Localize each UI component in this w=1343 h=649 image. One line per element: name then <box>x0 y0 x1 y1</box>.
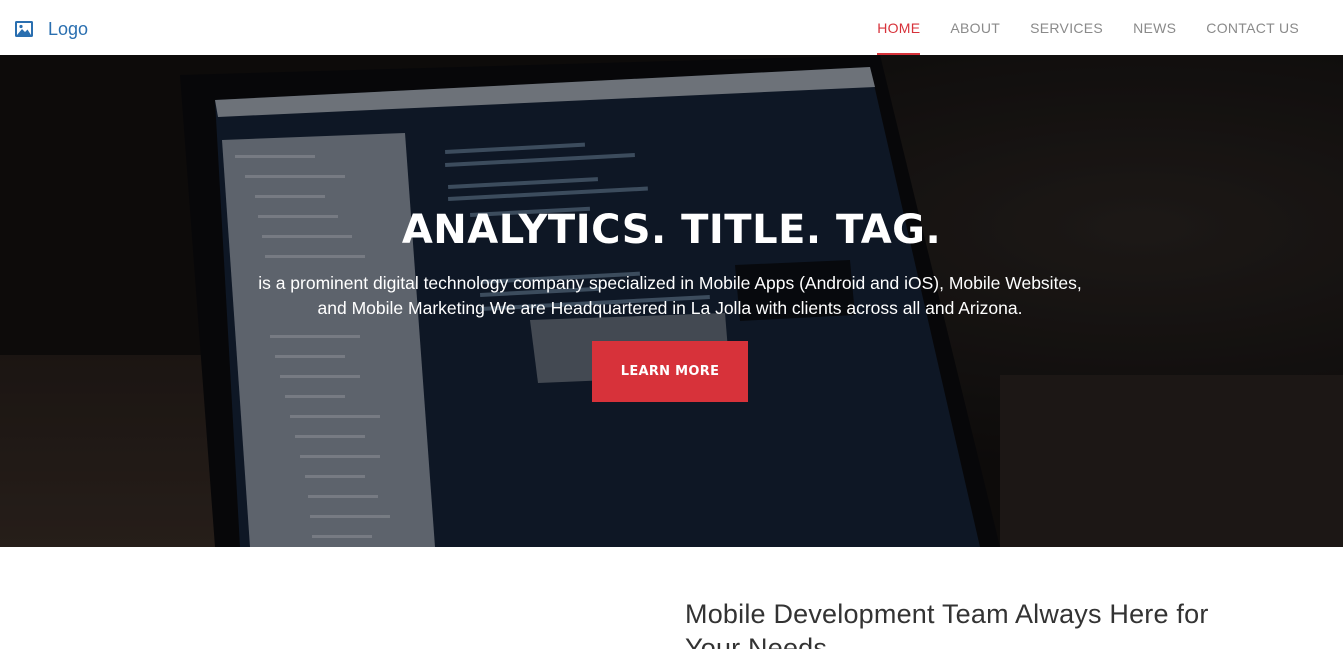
hero-title: ANALYTICS. TITLE. TAG. <box>401 207 942 253</box>
nav-item-services[interactable]: SERVICES <box>1015 0 1118 55</box>
nav-item-home[interactable]: HOME <box>862 0 935 55</box>
nav-item-news[interactable]: NEWS <box>1118 0 1191 55</box>
nav-item-contact-us[interactable]: CONTACT US <box>1191 0 1314 55</box>
learn-more-button[interactable]: LEARN MORE <box>592 341 748 402</box>
site-header: Logo HOME ABOUT SERVICES NEWS CONTACT US <box>0 0 1343 55</box>
logo-text: Logo <box>48 19 89 39</box>
hero-subtitle: is a prominent digital technology compan… <box>258 273 1082 318</box>
logo[interactable]: Logo <box>14 18 88 40</box>
image-icon <box>15 21 33 37</box>
main-nav: HOME ABOUT SERVICES NEWS CONTACT US <box>862 0 1314 55</box>
nav-item-about[interactable]: ABOUT <box>935 0 1015 55</box>
hero-section: ANALYTICS. TITLE. TAG. is a prominent di… <box>0 55 1343 547</box>
section-heading: Mobile Development Team Always Here for … <box>685 599 1209 649</box>
